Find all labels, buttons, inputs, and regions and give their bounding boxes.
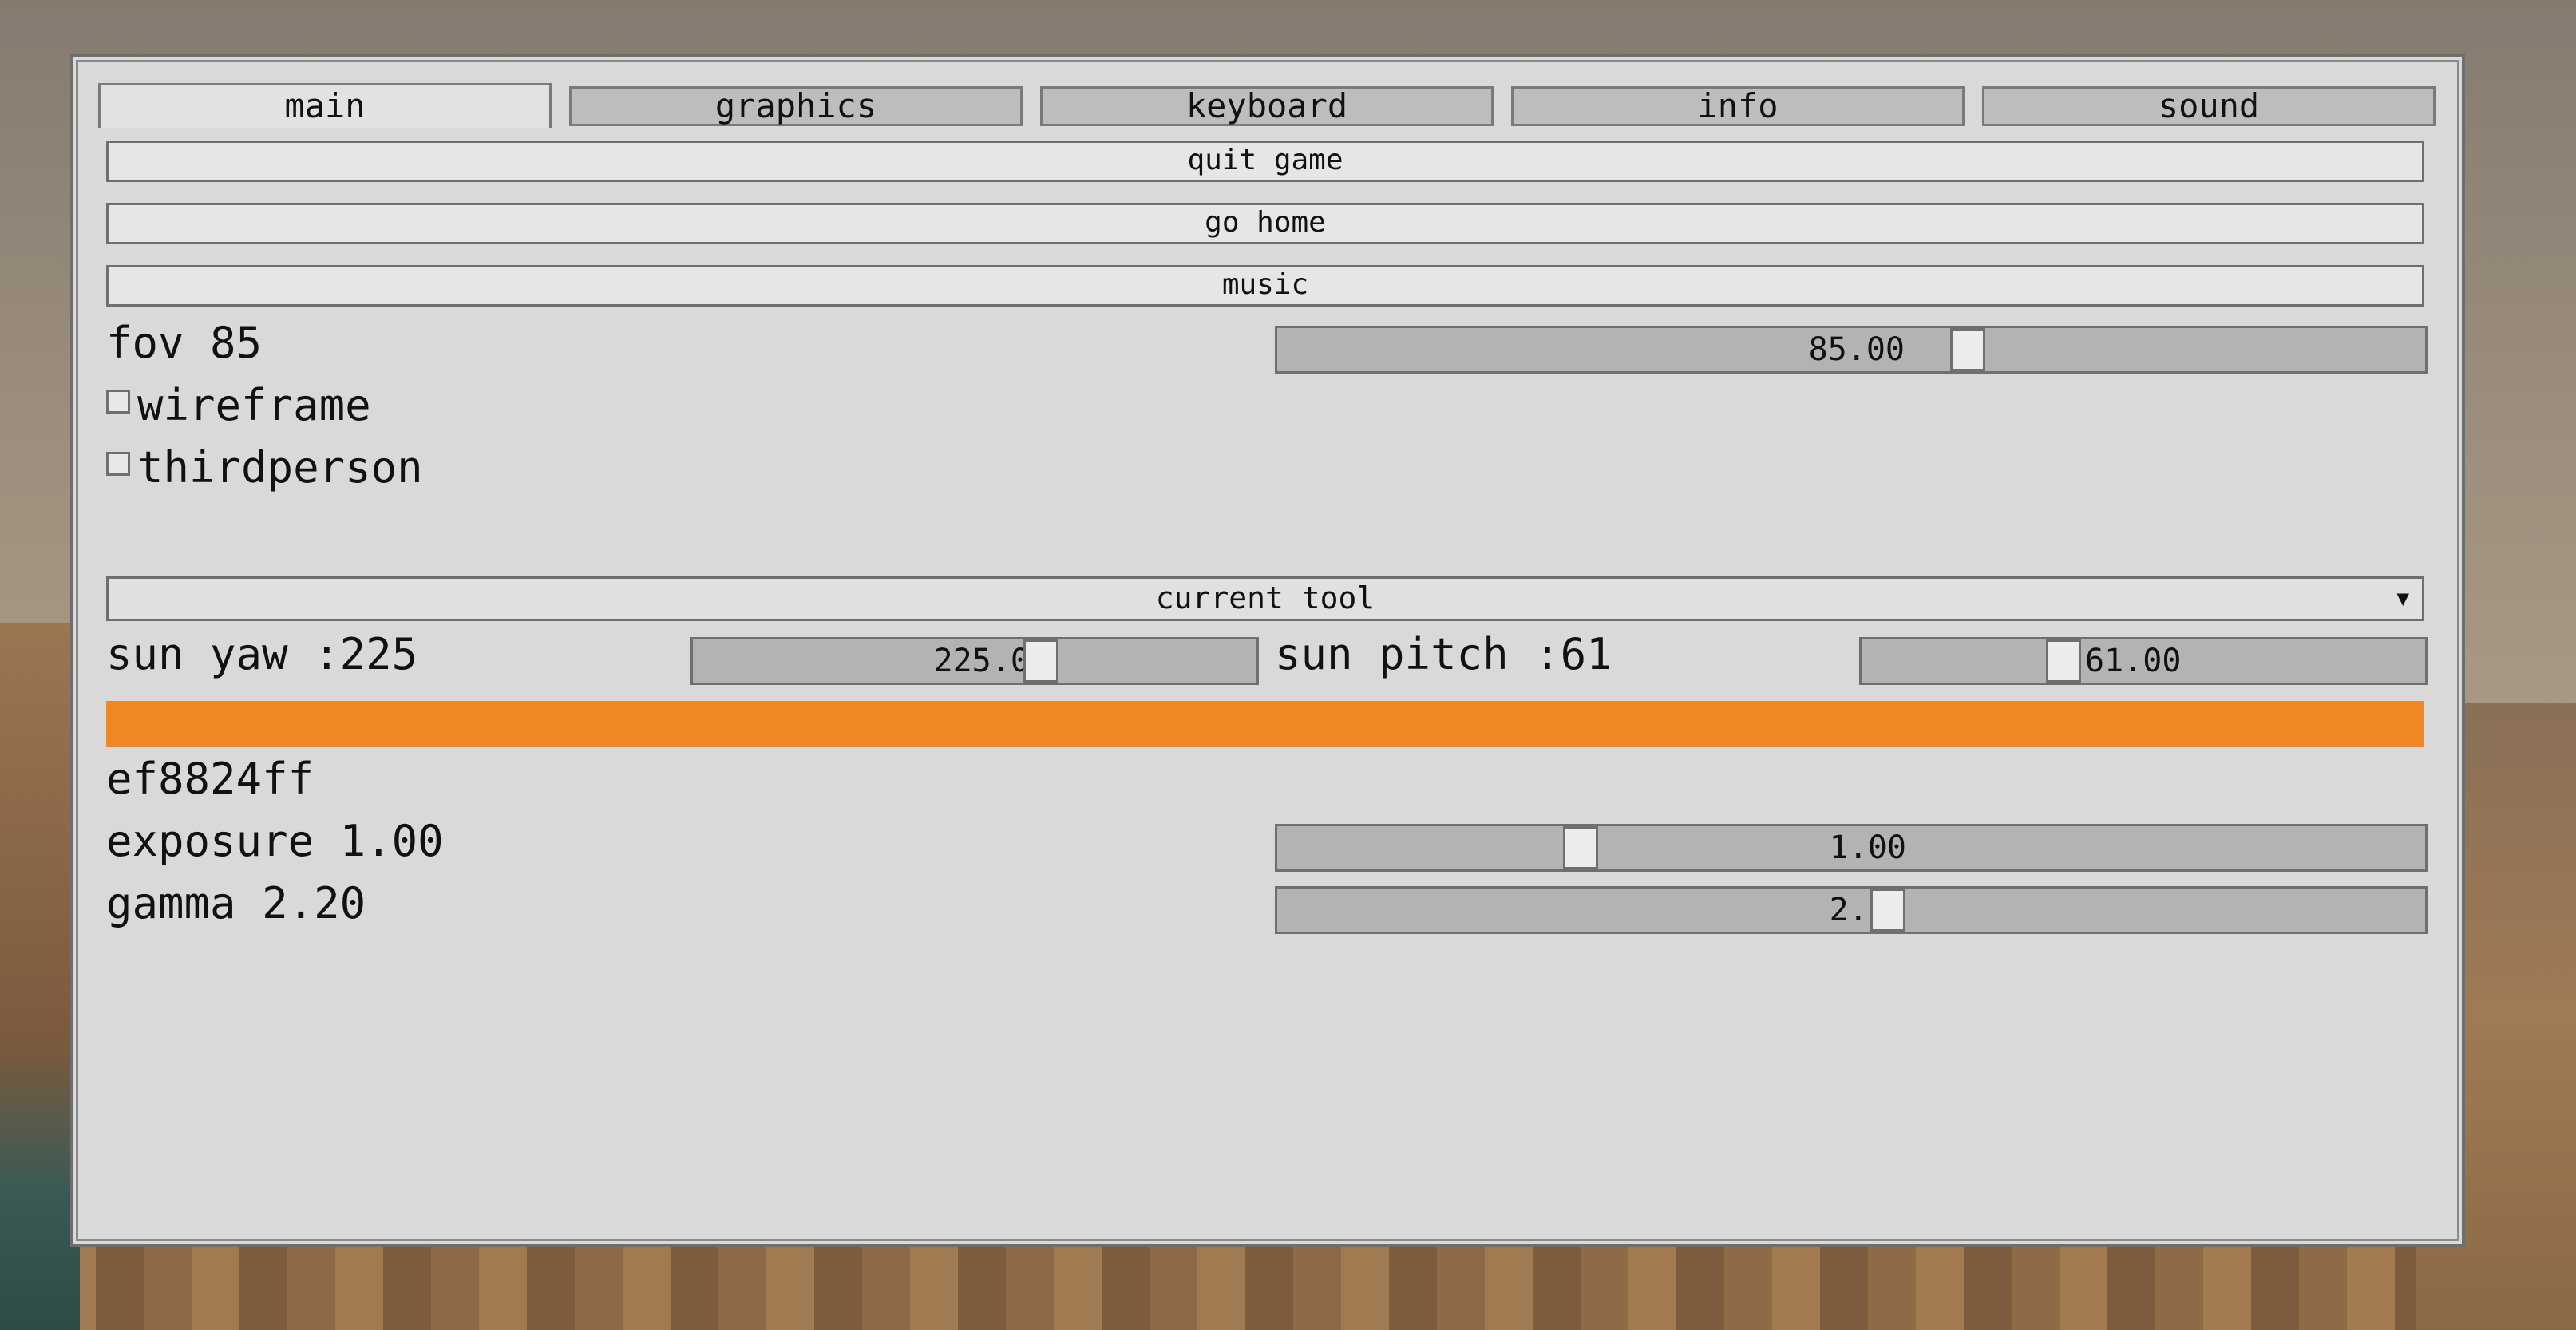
sun-pitch-slider[interactable]: 61.00	[1859, 637, 2428, 685]
tab-sound[interactable]: sound	[1982, 86, 2436, 126]
exposure-value: 1.00	[1829, 829, 1906, 866]
color-hex-label: ef8824ff	[106, 754, 315, 804]
sun-pitch-value: 61.00	[2085, 643, 2182, 679]
exposure-slider-handle[interactable]	[1563, 826, 1598, 869]
thirdperson-checkbox[interactable]	[106, 452, 130, 476]
go-home-button[interactable]: go home	[106, 203, 2424, 244]
tab-keyboard[interactable]: keyboard	[1040, 86, 1494, 126]
gamma-label: gamma 2.20	[106, 878, 366, 928]
wireframe-checkbox[interactable]	[106, 390, 130, 414]
sun-pitch-slider-handle[interactable]	[2046, 639, 2081, 683]
exposure-label: exposure 1.00	[106, 816, 444, 866]
gamma-slider-handle[interactable]	[1870, 889, 1905, 932]
exposure-slider[interactable]: 1.00	[1275, 824, 2428, 872]
tab-graphics[interactable]: graphics	[569, 86, 1023, 126]
quit-game-button[interactable]: quit game	[106, 141, 2424, 182]
music-button[interactable]: music	[106, 265, 2424, 307]
tab-main[interactable]: main	[98, 83, 552, 128]
fov-value: 85.00	[1808, 331, 1905, 368]
sun-yaw-label: sun yaw :225	[106, 629, 418, 679]
tab-info[interactable]: info	[1511, 86, 1965, 126]
current-tool-label: current tool	[1155, 580, 1375, 616]
current-tool-dropdown[interactable]: current tool ▼	[106, 576, 2424, 621]
fov-label: fov 85	[106, 318, 263, 368]
sun-pitch-label: sun pitch :61	[1275, 629, 1612, 679]
game-scene-left	[0, 623, 80, 1330]
chevron-down-icon: ▼	[2396, 587, 2409, 611]
gamma-slider[interactable]: 2.20	[1275, 886, 2428, 934]
fov-slider[interactable]: 85.00	[1275, 326, 2428, 374]
wireframe-label: wireframe	[137, 380, 371, 430]
sun-yaw-slider-handle[interactable]	[1023, 639, 1058, 683]
settings-window: main graphics keyboard info sound quit g…	[70, 54, 2465, 1247]
sun-color-swatch[interactable]	[106, 701, 2424, 747]
fov-slider-handle[interactable]	[1950, 328, 1985, 371]
thirdperson-label: thirdperson	[137, 442, 423, 493]
sun-yaw-slider[interactable]: 225.00	[690, 637, 1259, 685]
tab-bar: main graphics keyboard info sound	[98, 83, 2436, 128]
